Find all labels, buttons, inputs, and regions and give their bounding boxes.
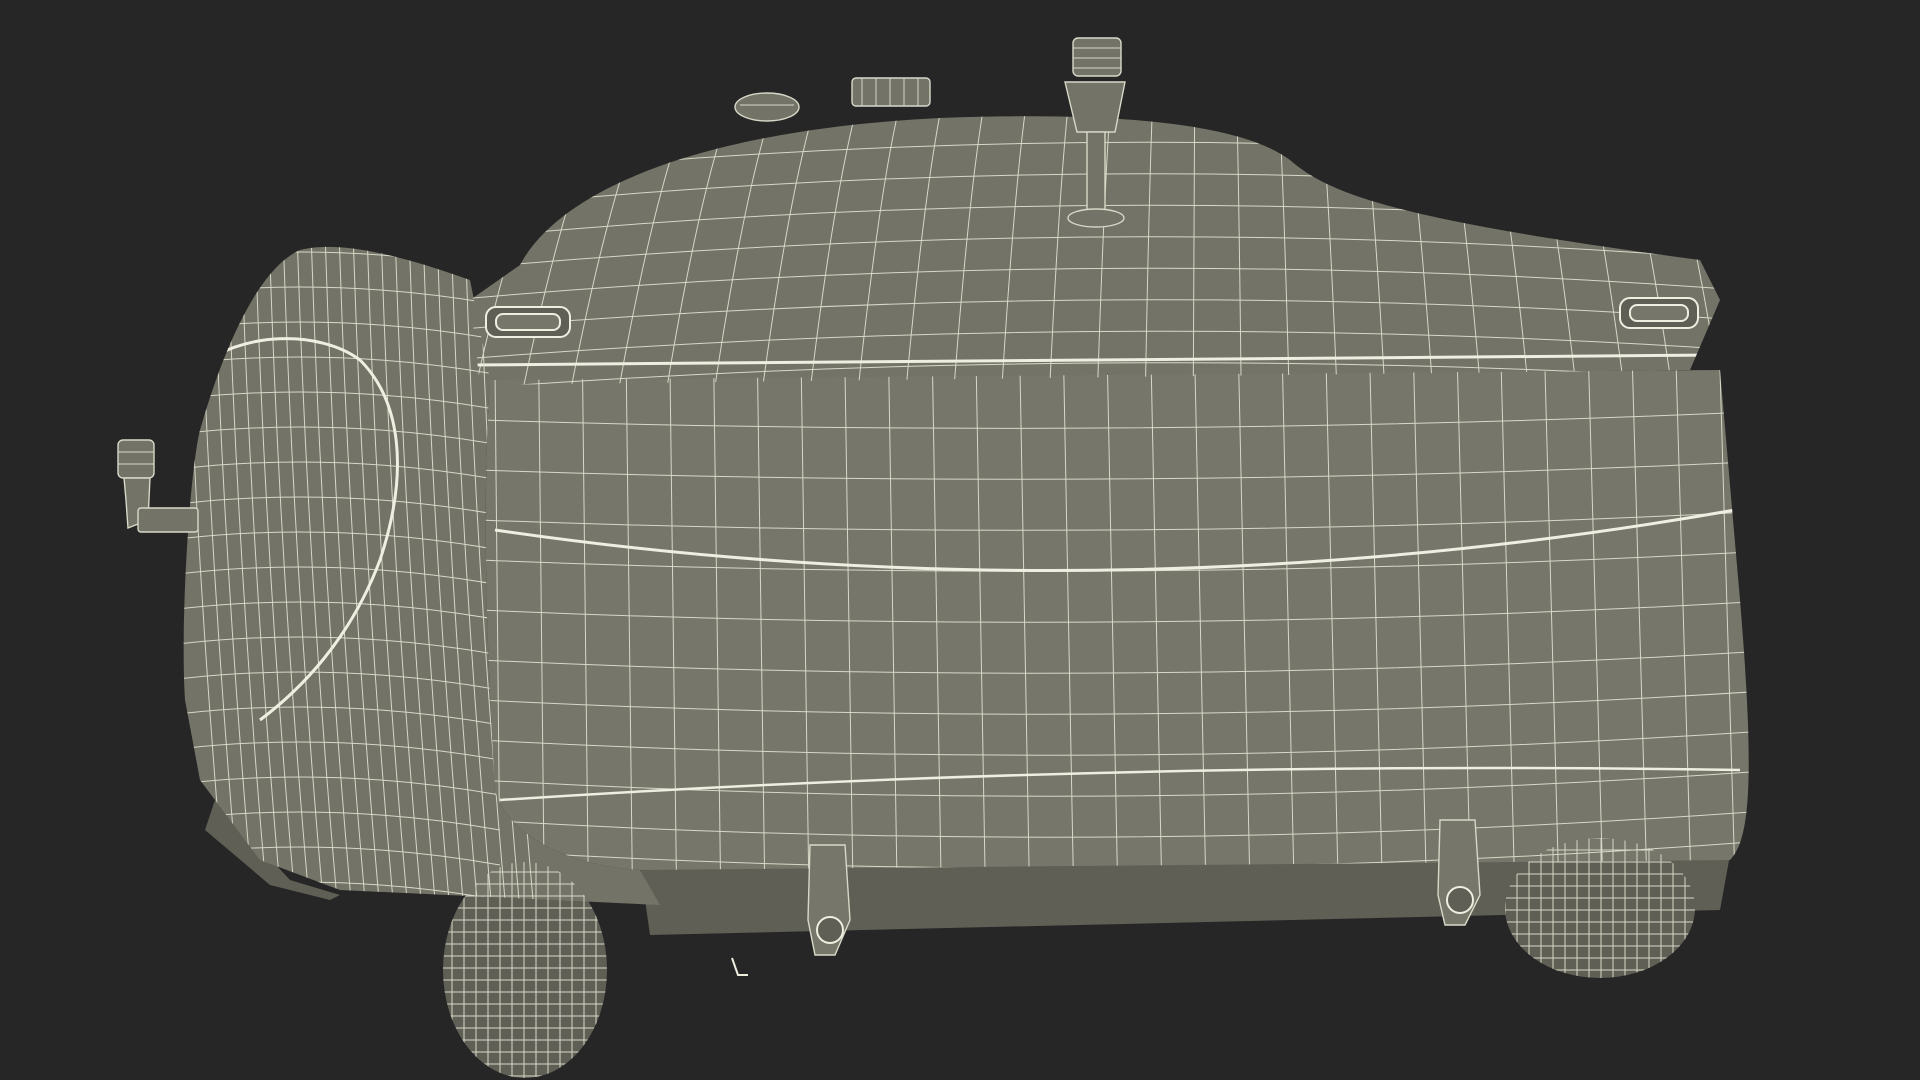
robot-wireframe-render: [0, 0, 1920, 1080]
right-lamp: [1619, 297, 1699, 329]
left-lamp: [485, 306, 571, 338]
top-sensor-dome: [734, 92, 800, 122]
viewport: [0, 0, 1920, 1080]
top-sensor-block: [851, 77, 931, 107]
